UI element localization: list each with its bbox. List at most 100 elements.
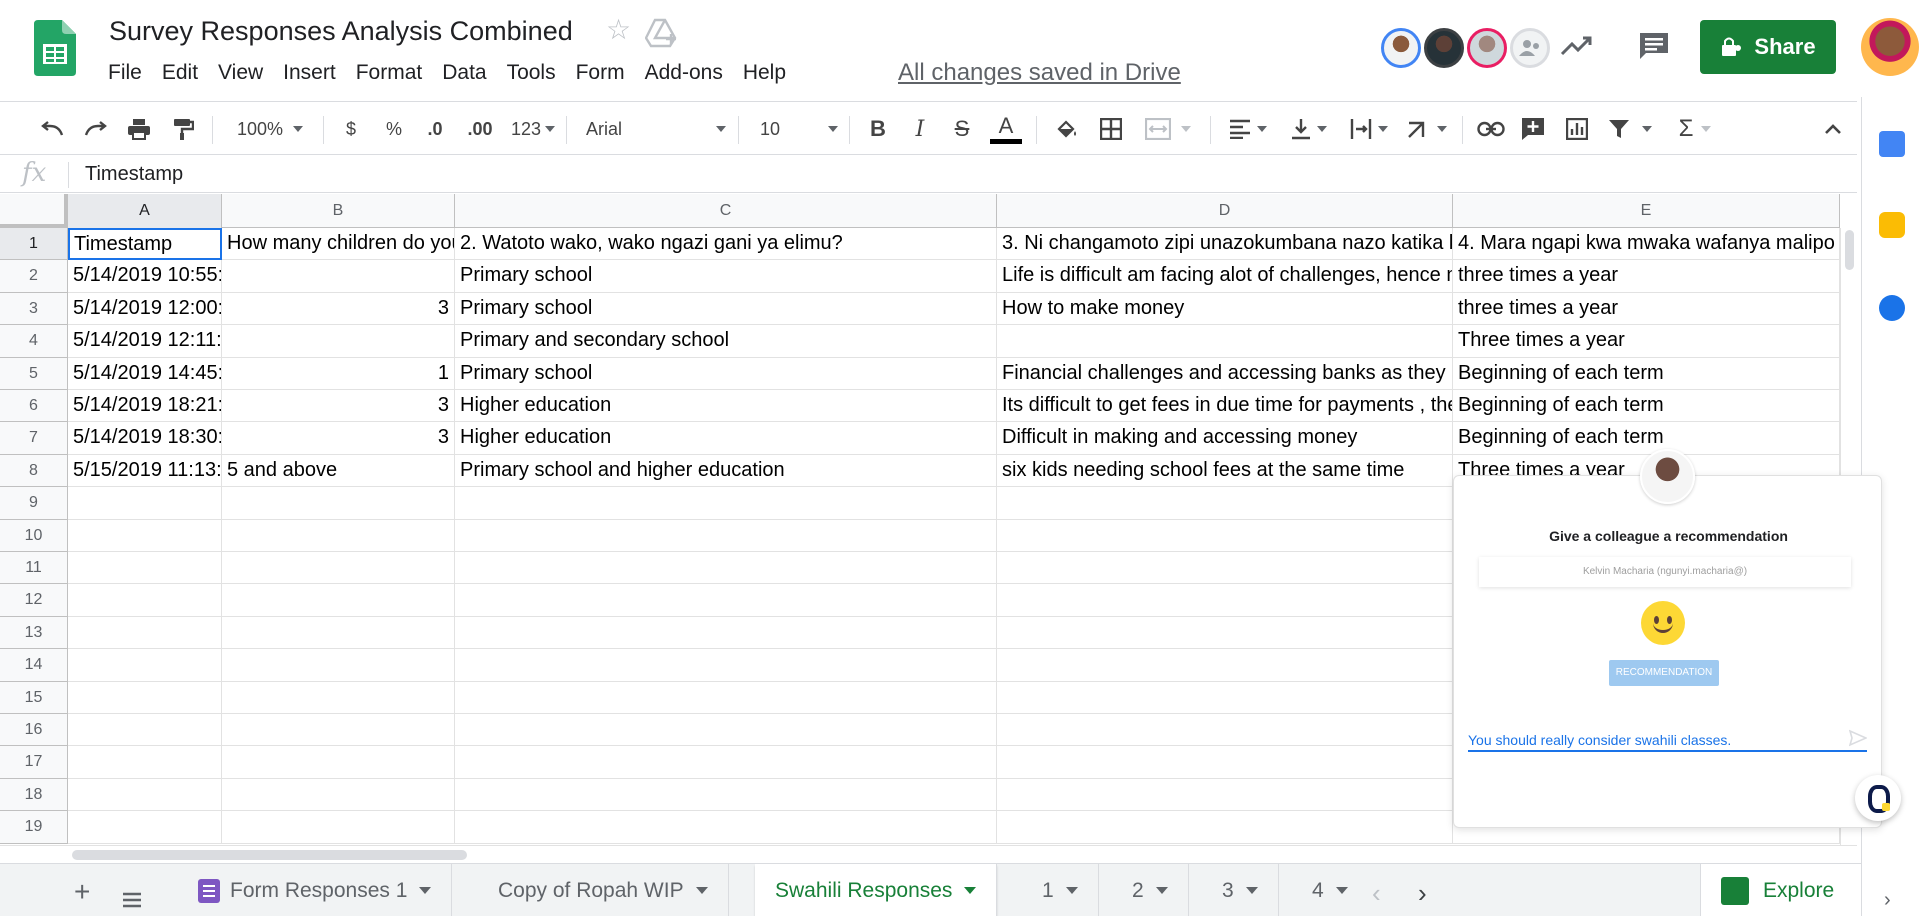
cell-c5[interactable]: Primary school (455, 357, 997, 390)
move-to-drive-icon[interactable] (645, 18, 677, 48)
cell-a10[interactable] (68, 519, 222, 552)
row-header[interactable]: 8 (0, 454, 68, 488)
cell-c16[interactable] (455, 714, 997, 747)
cell-d10[interactable] (997, 519, 1453, 552)
row-header[interactable]: 1 (0, 228, 68, 261)
horizontal-scrollbar[interactable] (0, 845, 1857, 863)
cell-d9[interactable] (997, 487, 1453, 520)
functions-select[interactable]: Σ (1670, 114, 1720, 144)
cell-b2[interactable] (222, 260, 455, 293)
cell-c4[interactable]: Primary and secondary school (455, 325, 997, 358)
cell-a13[interactable] (68, 616, 222, 650)
collaborator-avatar[interactable] (1467, 28, 1507, 68)
cell-b4[interactable] (222, 325, 455, 358)
cell-d5[interactable]: Financial challenges and accessing banks… (997, 357, 1453, 390)
cell-c12[interactable] (455, 584, 997, 617)
cell-d19[interactable] (997, 811, 1453, 844)
row-header[interactable]: 4 (0, 325, 68, 358)
sheet-tab-swahili-responses[interactable]: Swahili Responses (755, 864, 998, 916)
cell-b5[interactable]: 1 (222, 357, 455, 390)
text-rotation-icon[interactable] (1404, 114, 1450, 144)
cell-d11[interactable] (997, 552, 1453, 585)
cell-b1[interactable]: How many children do you (222, 228, 455, 261)
cell-d12[interactable] (997, 584, 1453, 617)
formula-input[interactable]: Timestamp (85, 163, 183, 186)
menu-file[interactable]: File (108, 60, 152, 86)
menu-insert[interactable]: Insert (273, 60, 346, 86)
cell-b14[interactable] (222, 649, 455, 682)
cell-d8[interactable]: six kids needing school fees at the same… (997, 454, 1453, 488)
cell-e6[interactable]: Beginning of each term (1453, 390, 1840, 423)
smiley-icon[interactable] (1641, 601, 1685, 645)
text-color-button[interactable]: A (990, 114, 1022, 144)
cell-a18[interactable] (68, 778, 222, 812)
redo-icon[interactable] (80, 114, 110, 144)
row-header[interactable]: 10 (0, 519, 68, 552)
cell-a1[interactable]: Timestamp (68, 228, 222, 261)
cell-c6[interactable]: Higher education (455, 390, 997, 423)
cell-c19[interactable] (455, 811, 997, 844)
cell-b16[interactable] (222, 714, 455, 747)
insert-link-icon[interactable] (1476, 114, 1506, 144)
text-wrapping-icon[interactable] (1346, 114, 1392, 144)
cell-c1[interactable]: 2. Watoto wako, wako ngazi gani ya elimu… (455, 228, 997, 261)
menu-view[interactable]: View (208, 60, 273, 86)
more-formats-select[interactable]: 123 (504, 114, 562, 144)
column-header-a[interactable]: A (68, 194, 222, 228)
cell-d6[interactable]: Its difficult to get fees in due time fo… (997, 390, 1453, 423)
column-header-c[interactable]: C (455, 194, 997, 228)
merge-cells-icon[interactable] (1142, 114, 1194, 144)
cell-d15[interactable] (997, 681, 1453, 714)
print-icon[interactable] (124, 114, 154, 144)
sheet-tab-form-responses-1[interactable]: Form Responses 1 (178, 864, 453, 916)
increase-decimal-button[interactable]: .00 (460, 114, 500, 144)
collaborator-avatar[interactable] (1381, 28, 1421, 68)
cell-a7[interactable]: 5/14/2019 18:30: (68, 422, 222, 455)
row-header[interactable]: 5 (0, 357, 68, 390)
cell-c10[interactable] (455, 519, 997, 552)
row-header[interactable]: 13 (0, 616, 68, 650)
calendar-icon[interactable] (1879, 131, 1905, 157)
row-header[interactable]: 6 (0, 390, 68, 423)
row-header[interactable]: 14 (0, 649, 68, 682)
recommendation-message-input[interactable]: You should really consider swahili class… (1468, 729, 1867, 752)
cell-a2[interactable]: 5/14/2019 10:55: (68, 260, 222, 293)
sheet-tab-1[interactable]: 1 (1022, 864, 1099, 916)
fill-color-icon[interactable] (1052, 114, 1082, 144)
cell-e5[interactable]: Beginning of each term (1453, 357, 1840, 390)
cell-b8[interactable]: 5 and above (222, 454, 455, 488)
cell-a8[interactable]: 5/15/2019 11:13: (68, 454, 222, 488)
menu-data[interactable]: Data (432, 60, 496, 86)
cell-b11[interactable] (222, 552, 455, 585)
send-icon[interactable] (1849, 729, 1867, 747)
share-button[interactable]: Share (1700, 20, 1836, 74)
cell-d14[interactable] (997, 649, 1453, 682)
cell-d3[interactable]: How to make money (997, 292, 1453, 326)
insert-comment-icon[interactable] (1518, 114, 1548, 144)
chevron-right-icon[interactable]: › (1884, 889, 1891, 912)
row-header[interactable]: 9 (0, 487, 68, 520)
menu-form[interactable]: Form (566, 60, 635, 86)
cell-c14[interactable] (455, 649, 997, 682)
cell-b10[interactable] (222, 519, 455, 552)
star-icon[interactable]: ☆ (606, 16, 631, 44)
save-status-link[interactable]: All changes saved in Drive (898, 59, 1181, 87)
cell-a9[interactable] (68, 487, 222, 520)
column-header-d[interactable]: D (997, 194, 1453, 228)
cell-c13[interactable] (455, 616, 997, 650)
collapse-menus-icon[interactable] (1818, 114, 1848, 144)
row-header[interactable]: 16 (0, 714, 68, 747)
cell-b7[interactable]: 3 (222, 422, 455, 455)
row-header[interactable]: 19 (0, 811, 68, 844)
filter-icon[interactable] (1604, 114, 1656, 144)
sheet-tab-4[interactable]: 4 (1292, 864, 1368, 916)
cell-e2[interactable]: three times a year (1453, 260, 1840, 293)
cell-e4[interactable]: Three times a year (1453, 325, 1840, 358)
menu-help[interactable]: Help (733, 60, 796, 86)
cell-c11[interactable] (455, 552, 997, 585)
cell-a3[interactable]: 5/14/2019 12:00: (68, 292, 222, 326)
cell-a15[interactable] (68, 681, 222, 714)
row-header[interactable]: 18 (0, 778, 68, 812)
cell-d13[interactable] (997, 616, 1453, 650)
cell-c17[interactable] (455, 746, 997, 779)
